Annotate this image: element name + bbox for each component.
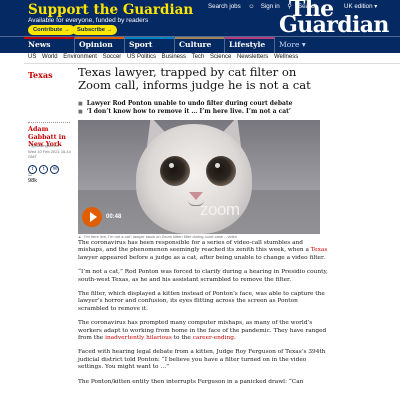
subnav-item[interactable]: US Politics <box>127 54 156 60</box>
nav-culture[interactable]: Culture <box>174 37 224 53</box>
text: lawyer appeared before a judge as a cat,… <box>78 254 325 261</box>
video-player[interactable]: zoom 00:48 <box>78 120 320 234</box>
article-body: The coronavirus has been responsible for… <box>78 240 328 393</box>
nav-lifestyle-bar <box>225 37 274 39</box>
nav-sport-bar <box>125 37 174 39</box>
body-paragraph: Faced with hearing legal debate from a k… <box>78 349 326 371</box>
publish-date: Wed 10 Feb 2021 16.44 GMT <box>28 149 71 159</box>
kitten-nose <box>189 192 203 200</box>
text: . <box>233 335 236 342</box>
byline-handle[interactable]: ✦@adamgabbatt <box>28 143 59 148</box>
subnav-item[interactable]: Science <box>210 54 231 60</box>
nav-culture-bar <box>175 37 224 39</box>
subnav-item[interactable]: Business <box>162 54 186 60</box>
play-icon[interactable] <box>82 207 102 227</box>
nav-sport-label: Sport <box>129 40 153 49</box>
kitten-eye <box>206 156 236 186</box>
email-share-icon[interactable]: ✉ <box>50 165 60 174</box>
nav-lifestyle[interactable]: Lifestyle <box>224 37 274 53</box>
body-paragraph: The coronavirus has prompted many comput… <box>78 320 328 342</box>
nav-lifestyle-label: Lifestyle <box>229 40 266 49</box>
subscribe-button[interactable]: Subscribe → <box>72 25 118 35</box>
share-count: 98k <box>28 178 38 184</box>
nav-sport[interactable]: Sport <box>124 37 174 53</box>
subnav-item[interactable]: Soccer <box>103 54 122 60</box>
sub-nav: US World Environment Soccer US Politics … <box>28 54 302 60</box>
divider <box>24 63 400 64</box>
inline-link[interactable]: career-ending <box>193 335 234 341</box>
inline-link[interactable]: Texas <box>311 247 328 253</box>
masthead: Support the Guardian Available for every… <box>0 0 400 36</box>
edition-selector[interactable]: UK edition ▾ <box>344 3 377 10</box>
kitten-eye <box>160 156 190 186</box>
body-paragraph: “I’m not a cat,” Rod Ponton was forced t… <box>78 269 328 283</box>
text: The coronavirus has been responsible for… <box>78 240 311 254</box>
support-subtitle: Available for everyone, funded by reader… <box>28 17 149 24</box>
inline-link[interactable]: inadvertently hilarious <box>105 335 172 341</box>
standfirst: Lawyer Rod Ponton unable to undo filter … <box>78 100 378 116</box>
divider <box>28 122 70 123</box>
standfirst-bullet: ‘I don’t know how to remove it … I’m her… <box>78 108 378 116</box>
zoom-watermark: zoom <box>200 200 240 219</box>
nav-opinion-bar <box>75 37 124 39</box>
nav-news-label: News <box>28 40 51 49</box>
search-jobs-link[interactable]: Search jobs <box>208 3 241 10</box>
standfirst-bullet: Lawyer Rod Ponton unable to undo filter … <box>78 100 378 108</box>
contribute-button[interactable]: Contribute → <box>28 25 75 35</box>
nav-opinion[interactable]: Opinion <box>74 37 124 53</box>
nav-more-label: More <box>279 40 300 49</box>
share-icons: f t ✉ <box>28 164 60 174</box>
subnav-item[interactable]: US <box>28 54 36 60</box>
pillar-nav: News Opinion Sport Culture Lifestyle Mor… <box>0 36 400 53</box>
nav-more[interactable]: More ▾ <box>274 37 314 53</box>
nav-opinion-label: Opinion <box>79 40 113 49</box>
subnav-item[interactable]: Newsletters <box>237 54 268 60</box>
subnav-item[interactable]: Wellness <box>274 54 298 60</box>
text: to the <box>171 335 193 342</box>
video-caption: ‘I’m here live, I’m not a cat’: lawyer s… <box>78 234 237 239</box>
subnav-item[interactable]: Environment <box>63 54 97 60</box>
subnav-item[interactable]: Tech <box>192 54 205 60</box>
nav-news-bar <box>24 37 74 39</box>
support-title: Support the Guardian <box>28 2 194 18</box>
user-icon: ☺ <box>248 3 255 10</box>
body-paragraph: The coronavirus has been responsible for… <box>78 240 328 262</box>
nav-news[interactable]: News <box>24 37 74 53</box>
video-duration: 00:48 <box>106 214 122 220</box>
section-label[interactable]: Texas <box>28 70 53 80</box>
twitter-share-icon[interactable]: t <box>39 165 49 174</box>
edition-label: UK edition <box>344 3 373 10</box>
body-paragraph: The Ponton/kitten entity then interrupts… <box>78 378 304 385</box>
logo-line-2: Guardian <box>279 12 389 38</box>
body-paragraph: The filter, which displayed a kitten ins… <box>78 291 325 312</box>
chevron-down-icon: ▾ <box>372 3 378 10</box>
subnav-item[interactable]: World <box>42 54 58 60</box>
article-headline: Texas lawyer, trapped by cat filter on Z… <box>78 65 311 93</box>
sign-in-link[interactable]: Sign in <box>261 3 280 10</box>
chevron-down-icon: ▾ <box>299 40 306 49</box>
byline-handle-text: @adamgabbatt <box>31 143 59 148</box>
nav-culture-label: Culture <box>179 40 212 49</box>
